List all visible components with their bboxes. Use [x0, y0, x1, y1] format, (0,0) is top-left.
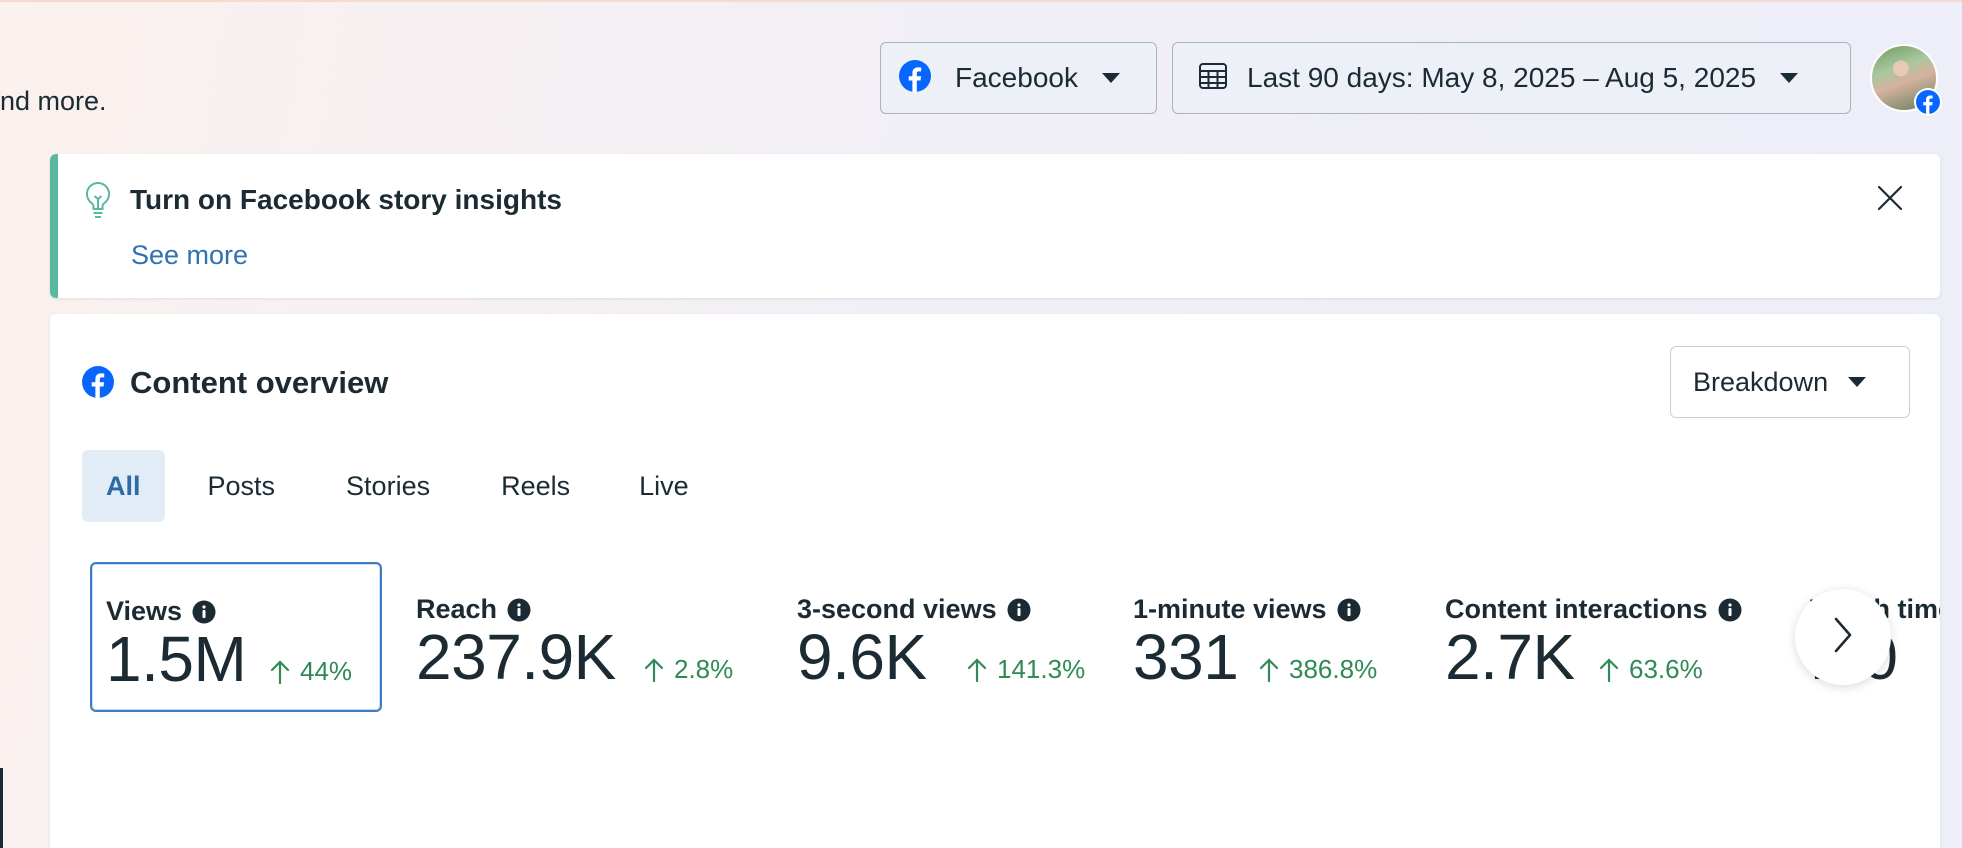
breakdown-label: Breakdown	[1693, 366, 1829, 397]
left-edge-marker	[0, 768, 3, 848]
metric-delta-value: 386.8%	[1289, 654, 1378, 684]
facebook-icon	[82, 366, 114, 403]
facebook-icon	[1914, 88, 1942, 116]
avatar[interactable]	[1870, 44, 1942, 116]
metric-delta: 2.8%	[644, 654, 733, 685]
info-icon[interactable]	[1337, 598, 1361, 622]
arrow-up-icon	[644, 657, 664, 682]
lightbulb-icon	[82, 180, 114, 225]
platform-dropdown-label: Facebook	[955, 62, 1078, 93]
section-title: Content overview	[130, 365, 389, 400]
tab-stories[interactable]: Stories	[346, 450, 430, 522]
arrow-up-icon	[1599, 657, 1619, 682]
metric-delta: 386.8%	[1259, 654, 1377, 685]
metric-delta-value: 63.6%	[1629, 654, 1703, 684]
arrow-up-icon	[1259, 657, 1279, 682]
metric-value: 1.5M	[106, 623, 247, 695]
calendar-grid-icon	[1197, 60, 1229, 97]
metrics-carousel: Views 1.5M 44% Reach 237.9K 2.8% 3-secon…	[50, 562, 1940, 712]
arrow-up-icon	[270, 659, 290, 684]
metric-value: 9.6K	[797, 621, 927, 693]
metric-1-minute-views[interactable]: 1-minute views 331 386.8%	[1133, 562, 1433, 712]
date-range-label: Last 90 days: May 8, 2025 – Aug 5, 2025	[1247, 62, 1757, 93]
caret-down-icon	[1780, 73, 1799, 83]
carousel-next-button[interactable]	[1795, 589, 1891, 685]
metric-3-second-views[interactable]: 3-second views 9.6K 141.3%	[797, 562, 1107, 712]
facebook-icon	[899, 59, 931, 97]
metric-delta: 44%	[270, 656, 352, 687]
info-icon[interactable]	[192, 600, 216, 624]
metric-reach[interactable]: Reach 237.9K 2.8%	[416, 562, 756, 712]
info-icon[interactable]	[507, 598, 531, 622]
metric-content-interactions[interactable]: Content interactions 2.7K 63.6%	[1445, 562, 1785, 712]
story-insights-banner: Turn on Facebook story insights See more	[50, 154, 1940, 298]
info-icon[interactable]	[1718, 598, 1742, 622]
tab-reels[interactable]: Reels	[501, 450, 570, 522]
top-border	[0, 0, 1962, 2]
close-icon[interactable]	[1876, 184, 1904, 217]
metric-delta-value: 141.3%	[997, 654, 1086, 684]
date-range-dropdown[interactable]: Last 90 days: May 8, 2025 – Aug 5, 2025	[1172, 42, 1851, 114]
metric-views[interactable]: Views 1.5M 44%	[90, 562, 382, 712]
content-type-tabs: All Posts Stories Reels Live	[82, 450, 689, 522]
see-more-link[interactable]: See more	[131, 240, 248, 271]
info-icon[interactable]	[1007, 598, 1031, 622]
breakdown-dropdown[interactable]: Breakdown	[1670, 346, 1910, 418]
content-overview-card: Content overview Breakdown All Posts Sto…	[50, 314, 1940, 848]
tab-posts[interactable]: Posts	[208, 450, 276, 522]
platform-dropdown[interactable]: Facebook	[880, 42, 1157, 114]
banner-title: Turn on Facebook story insights	[130, 184, 562, 215]
metric-value: 237.9K	[416, 621, 616, 693]
page-description: nd more.	[0, 86, 107, 116]
metric-value: 2.7K	[1445, 621, 1575, 693]
banner-accent-bar	[50, 154, 58, 298]
tab-all[interactable]: All	[82, 450, 165, 522]
caret-down-icon	[1101, 73, 1120, 83]
metric-delta-value: 2.8%	[674, 654, 734, 684]
arrow-up-icon	[967, 657, 987, 682]
metric-delta: 141.3%	[967, 654, 1085, 685]
metric-delta-value: 44%	[300, 656, 353, 686]
metric-delta: 63.6%	[1599, 654, 1703, 685]
metric-value: 331	[1133, 621, 1239, 693]
caret-down-icon	[1848, 377, 1867, 387]
tab-live[interactable]: Live	[639, 450, 689, 522]
chevron-right-icon	[1830, 615, 1856, 660]
